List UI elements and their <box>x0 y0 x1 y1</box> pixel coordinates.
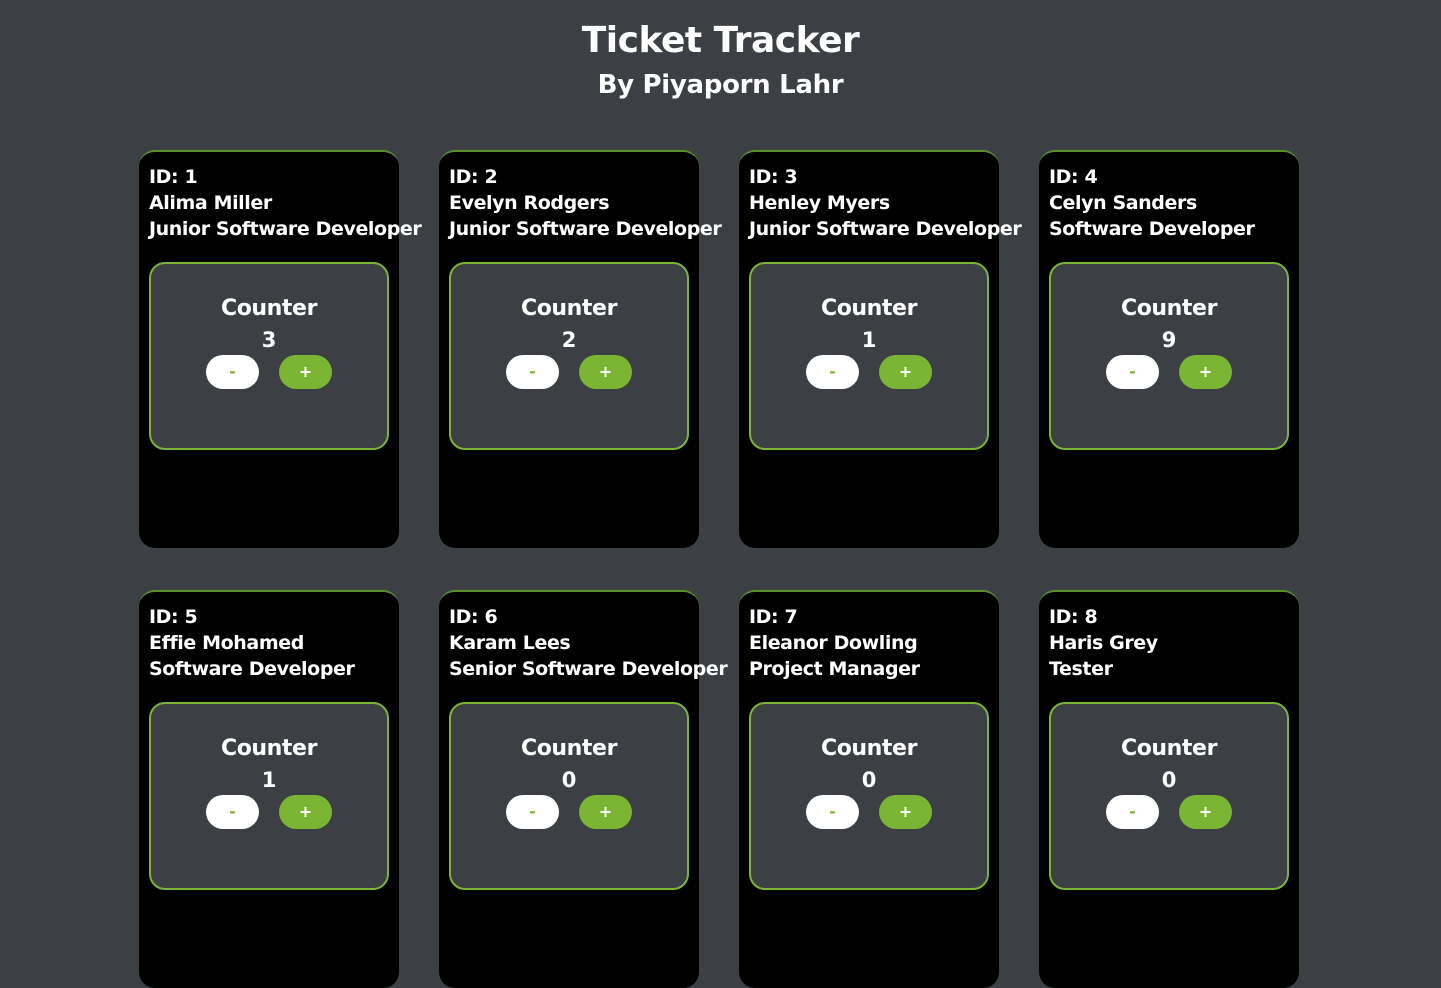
counter-value: 1 <box>861 328 877 352</box>
employee-card: ID: 6 Karam Lees Senior Software Develop… <box>439 590 728 988</box>
counter-label: Counter <box>1120 296 1218 321</box>
counter-label: Counter <box>220 296 318 321</box>
counter-panel: Counter 3 - + <box>149 262 389 450</box>
employee-id: ID: 5 <box>149 606 198 628</box>
decrement-button[interactable]: - <box>206 355 259 389</box>
employee-id: ID: 4 <box>1049 166 1098 188</box>
counter-value: 3 <box>261 328 277 352</box>
employee-info: ID: 2 Evelyn Rodgers Junior Software Dev… <box>449 164 722 242</box>
counter-value: 0 <box>861 768 877 792</box>
employee-id: ID: 2 <box>449 166 498 188</box>
employee-name: Haris Grey <box>1049 632 1158 654</box>
counter-label: Counter <box>220 736 318 761</box>
increment-button[interactable]: + <box>279 355 332 389</box>
employee-card: ID: 3 Henley Myers Junior Software Devel… <box>739 150 1022 548</box>
employee-info: ID: 6 Karam Lees Senior Software Develop… <box>449 604 728 682</box>
increment-button[interactable]: + <box>879 795 932 829</box>
employee-card: ID: 1 Alima Miller Junior Software Devel… <box>139 150 422 548</box>
counter-label: Counter <box>820 296 918 321</box>
counter-panel: Counter 9 - + <box>1049 262 1289 450</box>
employee-name: Evelyn Rodgers <box>449 192 610 214</box>
increment-button[interactable]: + <box>879 355 932 389</box>
counter-label: Counter <box>520 736 618 761</box>
employee-info: ID: 5 Effie Mohamed Software Developer <box>149 604 394 682</box>
page-title: Ticket Tracker <box>581 20 860 61</box>
decrement-button[interactable]: - <box>806 355 859 389</box>
employee-info: ID: 1 Alima Miller Junior Software Devel… <box>149 164 422 242</box>
counter-panel: Counter 0 - + <box>449 702 689 890</box>
employee-id: ID: 1 <box>149 166 198 188</box>
employee-name: Karam Lees <box>449 632 571 654</box>
counter-value: 2 <box>561 328 577 352</box>
decrement-button[interactable]: - <box>806 795 859 829</box>
decrement-button[interactable]: - <box>1106 355 1159 389</box>
counter-value: 1 <box>261 768 277 792</box>
counter-panel: Counter 1 - + <box>749 262 989 450</box>
employee-role: Project Manager <box>749 658 920 680</box>
employee-role: Junior Software Developer <box>749 218 1022 240</box>
employee-role: Software Developer <box>149 658 355 680</box>
employee-card: ID: 2 Evelyn Rodgers Junior Software Dev… <box>439 150 722 548</box>
counter-panel: Counter 0 - + <box>1049 702 1289 890</box>
counter-label: Counter <box>820 736 918 761</box>
employee-info: ID: 4 Celyn Sanders Software Developer <box>1049 164 1294 242</box>
counter-value: 0 <box>1161 768 1177 792</box>
increment-button[interactable]: + <box>1179 355 1232 389</box>
employee-role: Senior Software Developer <box>449 658 728 680</box>
employee-card: ID: 8 Haris Grey Tester Counter 0 - + <box>1039 590 1299 988</box>
increment-button[interactable]: + <box>579 795 632 829</box>
counter-label: Counter <box>520 296 618 321</box>
employee-card: ID: 7 Eleanor Dowling Project Manager Co… <box>739 590 999 988</box>
employee-id: ID: 8 <box>1049 606 1098 628</box>
counter-panel: Counter 2 - + <box>449 262 689 450</box>
counter-label: Counter <box>1120 736 1218 761</box>
employee-info: ID: 8 Haris Grey Tester <box>1049 604 1294 682</box>
employee-name: Effie Mohamed <box>149 632 304 654</box>
employee-id: ID: 6 <box>449 606 498 628</box>
counter-value: 9 <box>1161 328 1177 352</box>
employee-name: Eleanor Dowling <box>749 632 918 654</box>
employee-name: Celyn Sanders <box>1049 192 1197 214</box>
employee-id: ID: 7 <box>749 606 798 628</box>
increment-button[interactable]: + <box>279 795 332 829</box>
increment-button[interactable]: + <box>1179 795 1232 829</box>
decrement-button[interactable]: - <box>506 355 559 389</box>
employee-role: Junior Software Developer <box>149 218 422 240</box>
decrement-button[interactable]: - <box>506 795 559 829</box>
decrement-button[interactable]: - <box>206 795 259 829</box>
counter-panel: Counter 0 - + <box>749 702 989 890</box>
employee-role: Software Developer <box>1049 218 1255 240</box>
employee-role: Tester <box>1049 658 1113 680</box>
counter-value: 0 <box>561 768 577 792</box>
employee-info: ID: 7 Eleanor Dowling Project Manager <box>749 604 994 682</box>
employee-role: Junior Software Developer <box>449 218 722 240</box>
employee-id: ID: 3 <box>749 166 798 188</box>
employee-name: Alima Miller <box>149 192 272 214</box>
employee-name: Henley Myers <box>749 192 890 214</box>
increment-button[interactable]: + <box>579 355 632 389</box>
decrement-button[interactable]: - <box>1106 795 1159 829</box>
counter-panel: Counter 1 - + <box>149 702 389 890</box>
page-subtitle: By Piyaporn Lahr <box>597 70 844 100</box>
employee-card: ID: 4 Celyn Sanders Software Developer C… <box>1039 150 1299 548</box>
employee-info: ID: 3 Henley Myers Junior Software Devel… <box>749 164 1022 242</box>
employee-card: ID: 5 Effie Mohamed Software Developer C… <box>139 590 399 988</box>
